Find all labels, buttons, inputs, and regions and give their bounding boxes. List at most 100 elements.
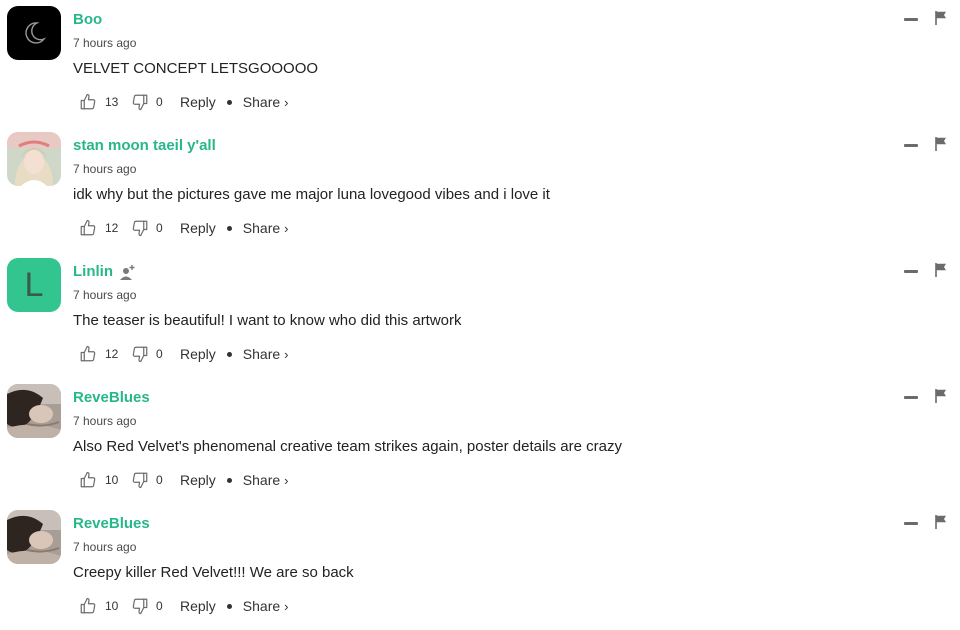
dislike-button[interactable]: 0 (131, 219, 180, 237)
like-button[interactable]: 12 (79, 219, 131, 237)
like-count: 13 (105, 95, 119, 109)
separator-dot (226, 225, 232, 231)
comment-text: Also Red Velvet's phenomenal creative te… (73, 438, 622, 455)
reply-button[interactable]: Reply (180, 220, 216, 236)
timestamp: 7 hours ago (73, 414, 137, 428)
username[interactable]: Linlin (73, 262, 113, 282)
thumbs-down-icon (132, 598, 148, 615)
dislike-button[interactable]: 0 (131, 345, 180, 363)
flag-icon[interactable] (935, 515, 947, 529)
comment-actions: 12 0 Reply Share › (79, 344, 289, 364)
like-button[interactable]: 12 (79, 345, 131, 363)
like-button[interactable]: 10 (79, 597, 131, 615)
thumbs-up-icon (80, 597, 96, 614)
username-row: Boo (73, 10, 102, 30)
comment-actions: 10 0 Reply Share › (79, 470, 289, 490)
thumbs-up-icon (80, 93, 96, 110)
chevron-right-icon: › (284, 473, 289, 488)
collapse-icon[interactable] (904, 18, 918, 21)
like-count: 12 (105, 221, 119, 235)
dislike-button[interactable]: 0 (131, 471, 180, 489)
share-label: Share (242, 220, 281, 236)
thumbs-down-icon (132, 346, 148, 363)
separator-dot (226, 99, 232, 105)
chevron-right-icon: › (284, 599, 289, 614)
share-button[interactable]: Share › (243, 94, 289, 110)
thumbs-up-icon (80, 345, 96, 362)
reply-button[interactable]: Reply (180, 472, 216, 488)
like-count: 10 (105, 599, 119, 613)
like-button[interactable]: 10 (79, 471, 131, 489)
dislike-button[interactable]: 0 (131, 93, 180, 111)
thumbs-up-icon (80, 219, 96, 236)
flag-icon[interactable] (935, 389, 947, 403)
username[interactable]: Boo (73, 10, 102, 30)
reply-button[interactable]: Reply (180, 598, 216, 614)
comment: L Linlin 7 hours ago The teaser is beaut… (0, 252, 960, 378)
svg-text:L: L (25, 266, 44, 304)
chevron-right-icon: › (284, 221, 289, 236)
thumbs-up-icon (80, 471, 96, 488)
collapse-icon[interactable] (904, 396, 918, 399)
flag-icon[interactable] (935, 263, 947, 277)
avatar[interactable] (7, 384, 61, 438)
comment: ReveBlues 7 hours ago Also Red Velvet's … (0, 378, 960, 504)
username[interactable]: stan moon taeil y'all (73, 136, 216, 156)
avatar[interactable] (7, 6, 61, 60)
dislike-count: 0 (156, 221, 163, 235)
avatar[interactable] (7, 132, 61, 186)
comments-list: Boo 7 hours ago VELVET CONCEPT LETSGOOOO… (0, 0, 960, 630)
comment-text: The teaser is beautiful! I want to know … (73, 312, 462, 329)
share-button[interactable]: Share › (243, 598, 289, 614)
like-count: 10 (105, 473, 119, 487)
like-button[interactable]: 13 (79, 93, 131, 111)
comment-text: idk why but the pictures gave me major l… (73, 186, 550, 203)
chevron-right-icon: › (284, 95, 289, 110)
share-button[interactable]: Share › (243, 472, 289, 488)
add-person-icon[interactable] (119, 264, 137, 280)
username-row: ReveBlues (73, 388, 150, 408)
flag-icon[interactable] (935, 11, 947, 25)
thumbs-down-icon (132, 472, 148, 489)
avatar[interactable] (7, 510, 61, 564)
thumbs-down-icon (132, 220, 148, 237)
avatar-image (7, 6, 61, 60)
username[interactable]: ReveBlues (73, 514, 150, 534)
share-button[interactable]: Share › (243, 220, 289, 236)
avatar-image (7, 384, 61, 438)
collapse-icon[interactable] (904, 522, 918, 525)
comment-text: Creepy killer Red Velvet!!! We are so ba… (73, 564, 354, 581)
separator-dot (226, 477, 232, 483)
comment: stan moon taeil y'all 7 hours ago idk wh… (0, 126, 960, 252)
share-label: Share (242, 346, 281, 362)
dislike-button[interactable]: 0 (131, 597, 180, 615)
flag-icon[interactable] (935, 137, 947, 151)
timestamp: 7 hours ago (73, 288, 137, 302)
separator-dot (226, 603, 232, 609)
share-label: Share (242, 472, 281, 488)
avatar[interactable]: L (7, 258, 61, 312)
dislike-count: 0 (156, 347, 163, 361)
comment-actions: 13 0 Reply Share › (79, 92, 289, 112)
username-row: Linlin (73, 262, 137, 282)
share-label: Share (242, 598, 281, 614)
username[interactable]: ReveBlues (73, 388, 150, 408)
share-label: Share (242, 94, 281, 110)
comment-actions: 12 0 Reply Share › (79, 218, 289, 238)
comment-text: VELVET CONCEPT LETSGOOOOO (73, 60, 319, 77)
thumbs-down-icon (132, 94, 148, 111)
like-count: 12 (105, 347, 119, 361)
avatar-image (7, 132, 61, 186)
collapse-icon[interactable] (904, 270, 918, 273)
share-button[interactable]: Share › (243, 346, 289, 362)
dislike-count: 0 (156, 473, 163, 487)
chevron-right-icon: › (284, 347, 289, 362)
collapse-icon[interactable] (904, 144, 918, 147)
separator-dot (226, 351, 232, 357)
reply-button[interactable]: Reply (180, 94, 216, 110)
timestamp: 7 hours ago (73, 540, 137, 554)
comment-actions: 10 0 Reply Share › (79, 596, 289, 616)
avatar-image (7, 510, 61, 564)
avatar-image: L (7, 258, 61, 312)
reply-button[interactable]: Reply (180, 346, 216, 362)
